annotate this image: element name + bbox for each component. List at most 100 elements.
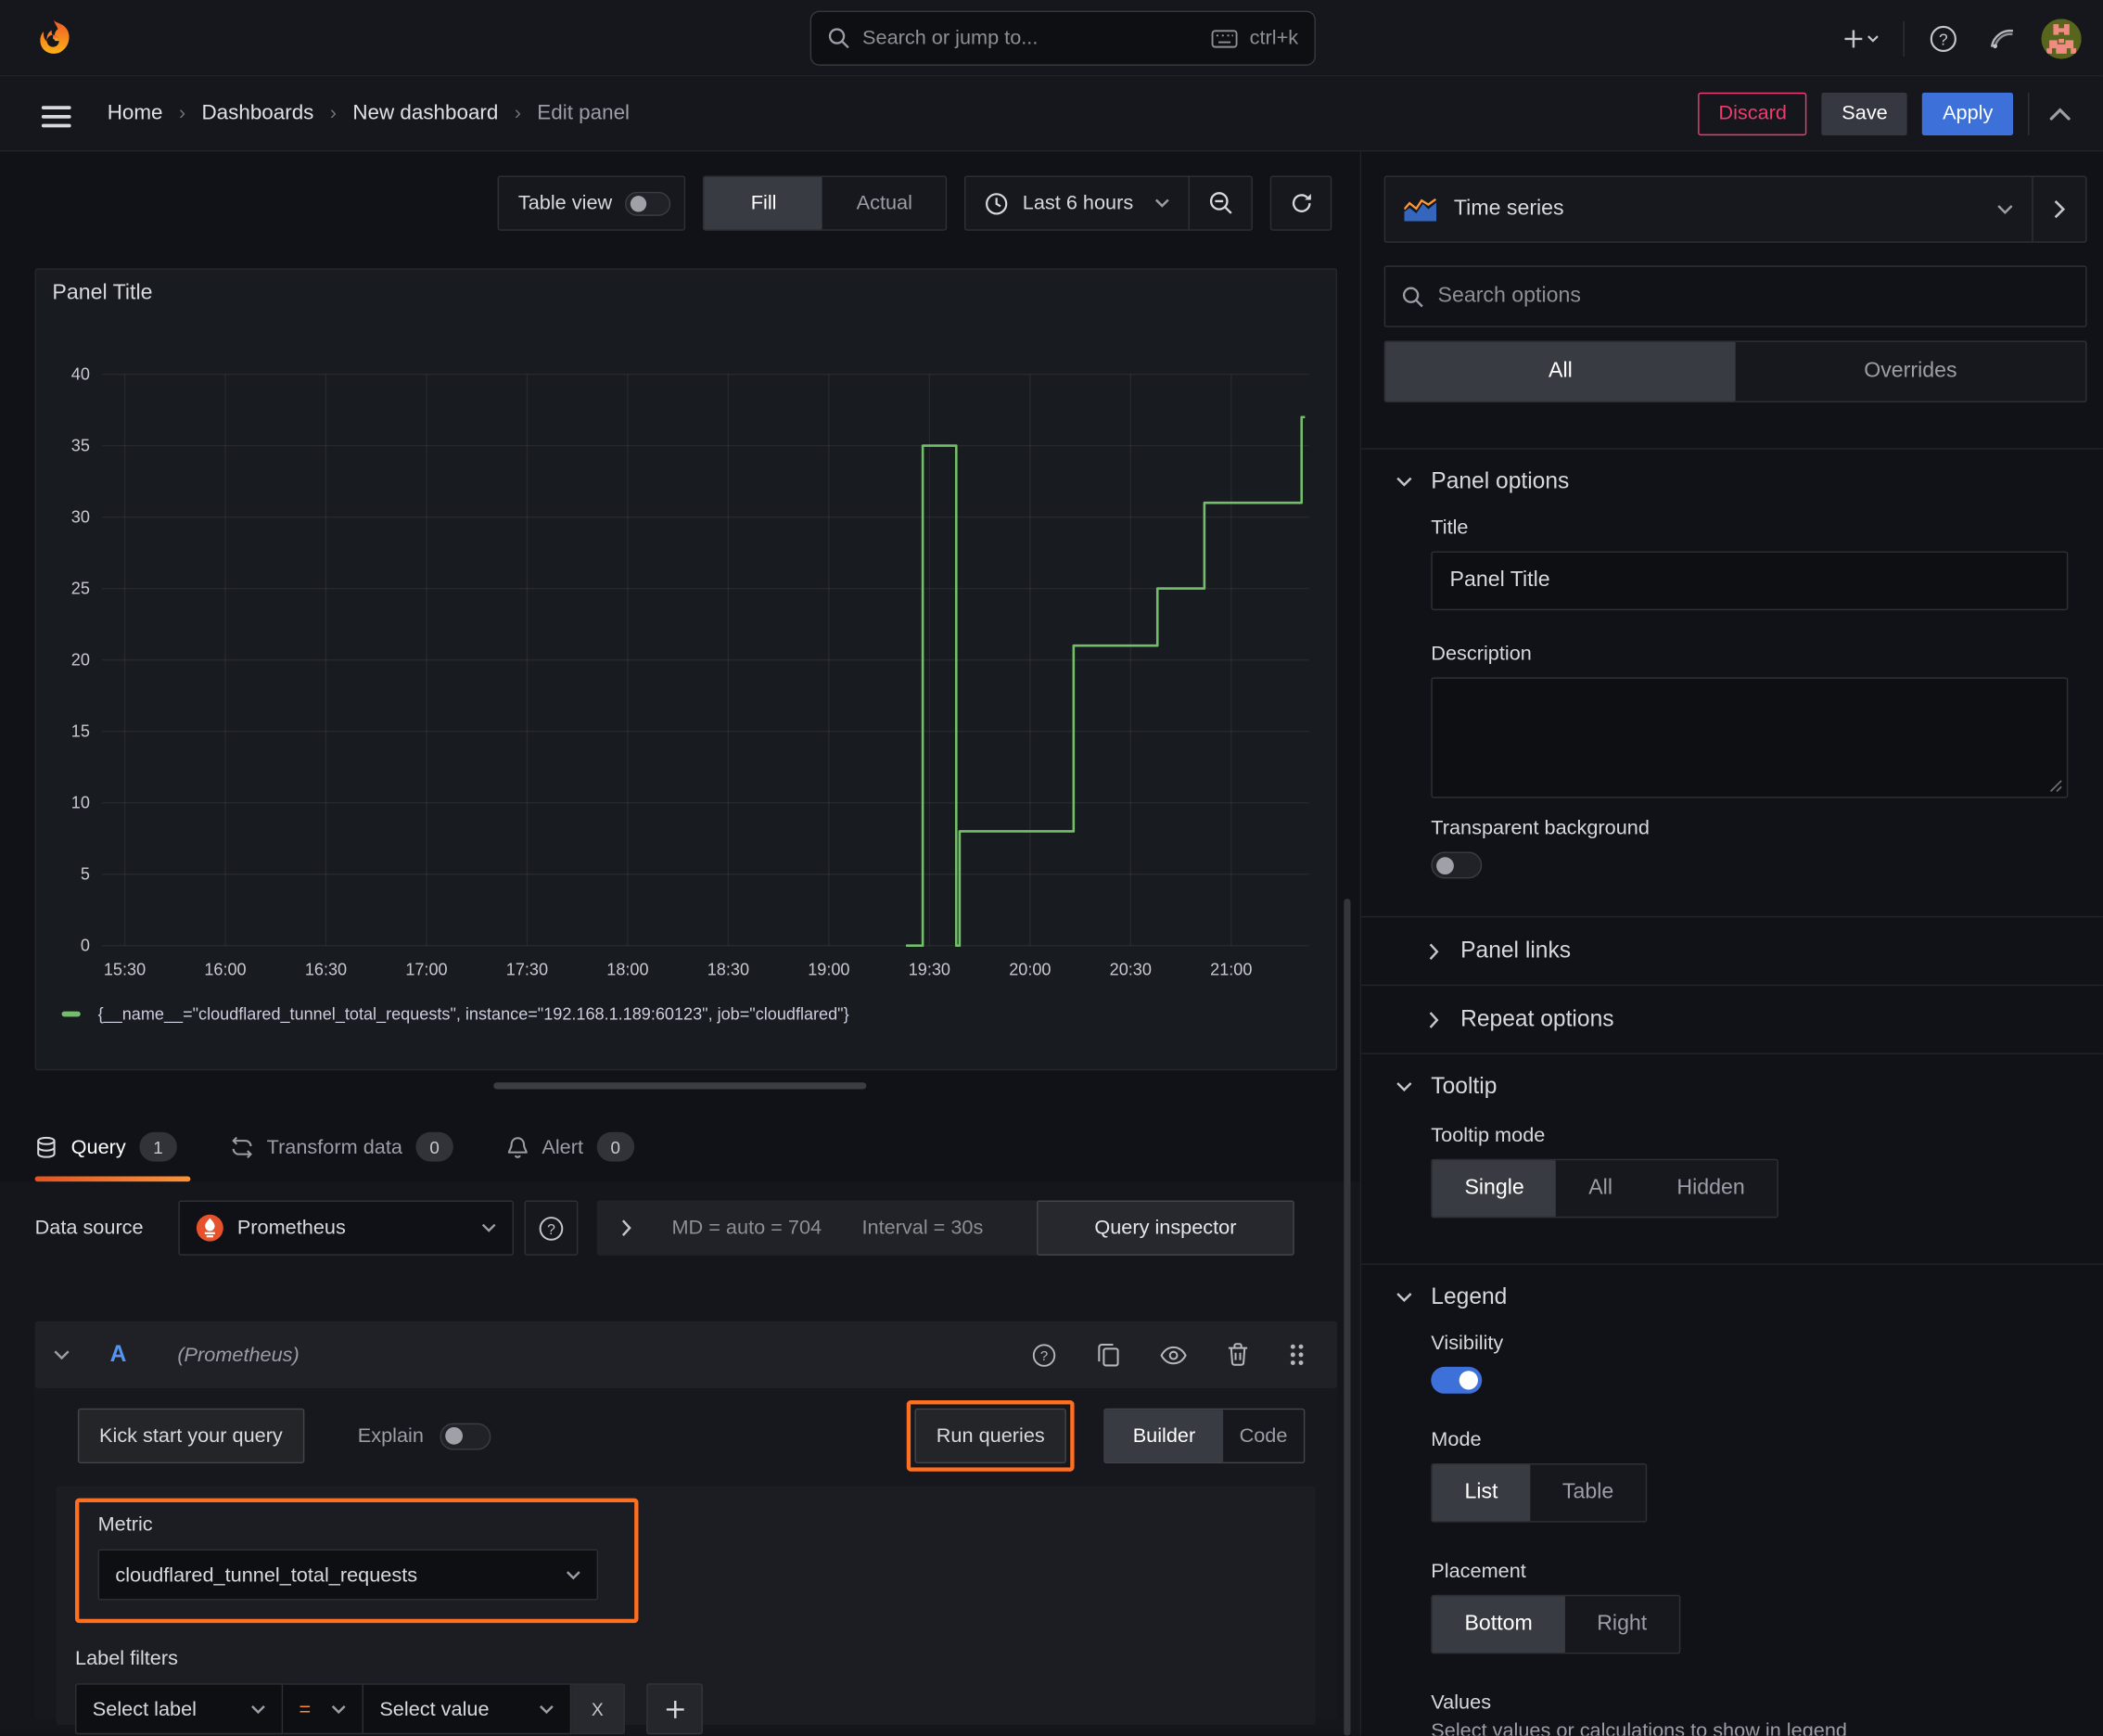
zoom-out-button[interactable]: [1190, 177, 1252, 229]
legend-color-swatch[interactable]: [61, 1011, 81, 1017]
timeseries-chart[interactable]: 0 5 10 15 20 25 30 35 40 15:30 16:00 16:30 17:00 17:3…: [55, 324, 1316, 994]
search-icon: [1401, 285, 1424, 308]
left-pane-scrollbar[interactable]: [1344, 899, 1351, 1736]
transparent-background-toggle[interactable]: [1431, 851, 1483, 879]
tab-alert[interactable]: Alert 0: [507, 1112, 648, 1181]
svg-text:16:00: 16:00: [204, 961, 246, 979]
section-panel-options[interactable]: Panel options: [1384, 450, 2087, 512]
select-value-dropdown[interactable]: Select value: [363, 1683, 572, 1735]
save-button[interactable]: Save: [1821, 92, 1908, 135]
global-search-input[interactable]: Search or jump to... ctrl+k: [809, 10, 1316, 66]
values-hint: Select values or calculations to show in…: [1431, 1719, 1847, 1736]
drag-handle-icon[interactable]: [1283, 1337, 1310, 1372]
tooltip-all-option[interactable]: All: [1557, 1160, 1645, 1217]
transparent-background-label: Transparent background: [1431, 816, 1650, 840]
grafana-logo-icon[interactable]: [33, 18, 73, 57]
placement-right-option[interactable]: Right: [1564, 1596, 1678, 1653]
run-queries-button[interactable]: Run queries: [914, 1408, 1066, 1464]
query-row-header[interactable]: A (Prometheus) ?: [34, 1321, 1338, 1389]
metric-select[interactable]: cloudflared_tunnel_total_requests: [97, 1549, 599, 1601]
tooltip-hidden-option[interactable]: Hidden: [1645, 1160, 1778, 1217]
actual-option[interactable]: Actual: [822, 177, 946, 229]
legend-table-option[interactable]: Table: [1530, 1464, 1646, 1521]
chevron-right-icon: [1429, 1011, 1439, 1028]
select-label-dropdown[interactable]: Select label: [74, 1683, 284, 1735]
time-range-picker[interactable]: Last 6 hours: [966, 177, 1188, 229]
new-menu-button[interactable]: [1839, 23, 1884, 53]
legend-list-option[interactable]: List: [1432, 1464, 1531, 1522]
tab-transform-data[interactable]: Transform data 0: [231, 1112, 467, 1181]
tooltip-mode-label: Tooltip mode: [1431, 1124, 1546, 1147]
placement-bottom-option[interactable]: Bottom: [1432, 1596, 1565, 1653]
table-view-toggle[interactable]: [625, 191, 671, 216]
svg-text:16:30: 16:30: [305, 961, 347, 979]
breadcrumb-bar: Home › Dashboards › New dashboard › Edit…: [0, 76, 2103, 152]
panel-preview: Panel Title 0 5 10 15 20 25 30 35 40 15:30 16:00 16…: [34, 268, 1338, 1071]
add-filter-button[interactable]: [646, 1683, 703, 1735]
query-inspector-button[interactable]: Query inspector: [1037, 1200, 1294, 1256]
query-help-icon[interactable]: ?: [1026, 1336, 1062, 1372]
breadcrumb-new-dashboard[interactable]: New dashboard: [352, 101, 498, 125]
time-range-label: Last 6 hours: [1022, 191, 1134, 215]
visualization-select[interactable]: Time series: [1385, 177, 2032, 241]
section-panel-links[interactable]: Panel links: [1384, 917, 2087, 984]
chevron-down-icon: [1396, 1293, 1412, 1303]
legend-series-label[interactable]: {__name__="cloudflared_tunnel_total_requ…: [98, 1004, 849, 1023]
duplicate-query-icon[interactable]: [1091, 1337, 1125, 1372]
chevron-right-icon: [621, 1219, 632, 1237]
kick-start-query-button[interactable]: Kick start your query: [77, 1408, 304, 1464]
refresh-button[interactable]: [1269, 175, 1332, 231]
values-label: Values: [1431, 1691, 1492, 1715]
help-icon[interactable]: ?: [1923, 19, 1963, 58]
fill-option[interactable]: Fill: [704, 176, 823, 230]
resize-grip-icon[interactable]: [2049, 779, 2062, 792]
operator-dropdown[interactable]: =: [283, 1683, 363, 1735]
svg-text:17:30: 17:30: [506, 961, 548, 979]
tab-all[interactable]: All: [1385, 341, 1736, 402]
collapse-caret-icon[interactable]: [54, 1349, 70, 1360]
search-shortcut: ctrl+k: [1249, 26, 1299, 50]
section-repeat-options[interactable]: Repeat options: [1384, 986, 2087, 1053]
breadcrumb-separator: ›: [329, 101, 337, 125]
query-options-strip[interactable]: MD = auto = 704 Interval = 30s Query ins…: [596, 1200, 1294, 1256]
breadcrumb-separator: ›: [178, 101, 186, 125]
operator-value: =: [299, 1697, 312, 1721]
svg-text:21:00: 21:00: [1210, 961, 1252, 979]
tab-overrides[interactable]: Overrides: [1736, 342, 2086, 402]
code-option[interactable]: Code: [1223, 1410, 1304, 1462]
clock-icon: [985, 191, 1009, 215]
builder-option[interactable]: Builder: [1104, 1410, 1224, 1462]
pane-resize-handle[interactable]: [493, 1082, 867, 1090]
remove-filter-button[interactable]: X: [571, 1683, 626, 1735]
toggle-visibility-eye-icon[interactable]: [1154, 1339, 1192, 1370]
panel-title[interactable]: Panel Title: [52, 282, 152, 306]
datasource-help-button[interactable]: ?: [524, 1200, 579, 1256]
breadcrumb-home[interactable]: Home: [108, 101, 163, 125]
chevron-up-icon[interactable]: [2044, 101, 2076, 125]
options-search-input[interactable]: Search options: [1383, 265, 2087, 327]
datasource-picker[interactable]: Prometheus: [178, 1200, 514, 1256]
discard-button[interactable]: Discard: [1698, 92, 1807, 135]
panel-title-input[interactable]: Panel Title: [1431, 551, 2069, 611]
explain-toggle[interactable]: [440, 1422, 491, 1449]
editor-tabs: Query 1 Transform data 0 Alert 0: [0, 1112, 1360, 1182]
query-editor-section: Data source Prometheus ? MD = auto = 704…: [0, 1181, 1360, 1736]
section-legend[interactable]: Legend: [1384, 1265, 2087, 1327]
menu-icon[interactable]: [36, 99, 76, 134]
viz-suggestions-button[interactable]: [2032, 176, 2085, 242]
legend-mode-segment: List Table: [1431, 1463, 1648, 1523]
svg-text:35: 35: [71, 436, 90, 454]
panel-links-title: Panel links: [1460, 938, 1572, 964]
description-textarea[interactable]: [1431, 677, 2069, 798]
legend-visibility-toggle[interactable]: [1431, 1366, 1483, 1394]
tab-query[interactable]: Query 1: [34, 1112, 191, 1182]
delete-query-trash-icon[interactable]: [1222, 1337, 1255, 1372]
user-avatar[interactable]: [2041, 18, 2082, 58]
apply-button[interactable]: Apply: [1922, 92, 2014, 135]
section-tooltip[interactable]: Tooltip: [1384, 1054, 2087, 1117]
tooltip-single-option[interactable]: Single: [1432, 1160, 1557, 1217]
breadcrumb-dashboards[interactable]: Dashboards: [201, 101, 313, 125]
news-rss-icon[interactable]: [1982, 19, 2022, 58]
builder-code-segment: Builder Code: [1103, 1408, 1306, 1464]
svg-text:?: ?: [547, 1221, 555, 1237]
